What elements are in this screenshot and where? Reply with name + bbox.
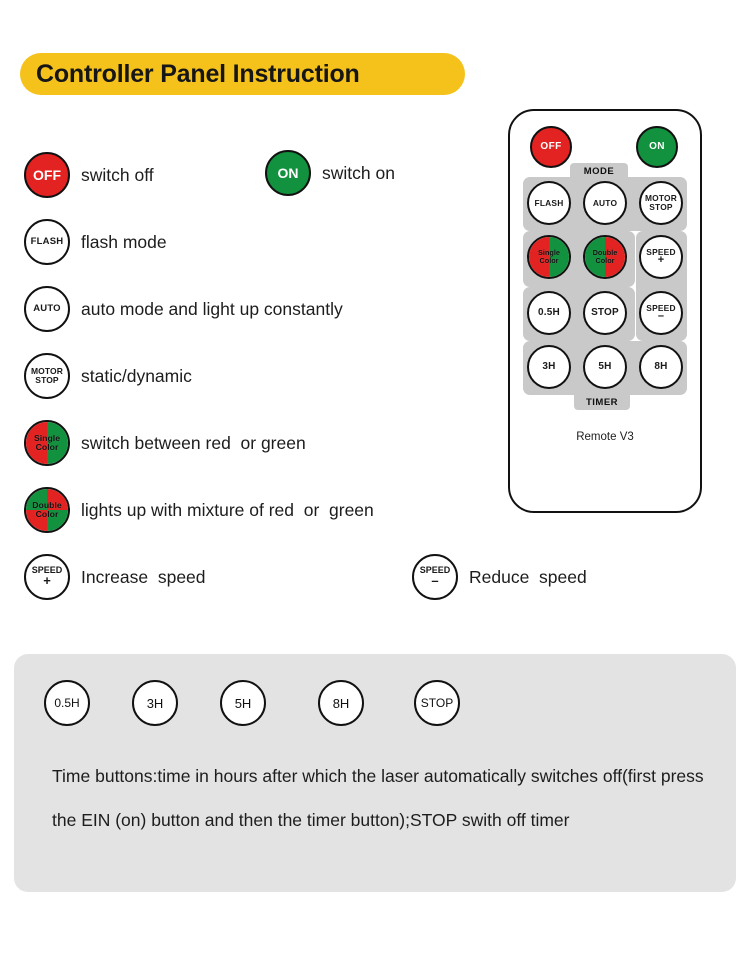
legend-label-motor-stop: static/dynamic (81, 365, 192, 386)
double-color-label-line2: Color (35, 509, 59, 519)
on-button-label: ON (277, 164, 299, 181)
motor-stop-button-label-line2: STOP (35, 375, 59, 385)
single-color-caption: Single Color (34, 433, 60, 452)
remote-timer-group-label: TIMER (574, 394, 630, 410)
remote-double-label-line2: Color (595, 256, 615, 265)
legend-item-off[interactable]: OFF switch off (24, 152, 154, 198)
remote-motor-stop-button[interactable]: MOTOR STOP (639, 181, 683, 225)
remote-speed-up-button[interactable]: SPEED + (639, 235, 683, 279)
speed-down-button[interactable]: SPEED – (412, 554, 458, 600)
legend-row: FLASH flash mode (0, 219, 470, 286)
remote-three-hour-button[interactable]: 3H (527, 345, 571, 389)
remote-single-color-button[interactable]: Single Color (527, 235, 571, 279)
legend-item-single-color[interactable]: Single Color switch between red or green (24, 420, 306, 466)
remote-half-hour-label: 0.5H (538, 306, 560, 318)
remote-speed-down-label-line2: – (657, 310, 665, 323)
remote-auto-button[interactable]: AUTO (583, 181, 627, 225)
instruction-sheet: Controller Panel Instruction OFF switch … (0, 0, 750, 964)
legend-list: OFF switch off ON switch on FLASH flash … (0, 150, 587, 621)
remote-speed-up-label-line2: + (657, 254, 665, 267)
timer-button-8h[interactable]: 8H (318, 680, 364, 726)
remote-double-caption: Double Color (593, 249, 618, 264)
legend-label-off: switch off (81, 164, 154, 185)
flash-button[interactable]: FLASH (24, 219, 70, 265)
legend-item-speed-down[interactable]: SPEED – Reduce speed (412, 554, 587, 600)
flash-button-label: FLASH (30, 236, 64, 248)
legend-label-auto: auto mode and light up constantly (81, 298, 343, 319)
timer-button-row: 0.5H 3H 5H 8H STOP (14, 680, 736, 738)
auto-button-label: AUTO (33, 303, 61, 315)
legend-item-motor-stop[interactable]: MOTOR STOP static/dynamic (24, 353, 192, 399)
remote-five-hour-button[interactable]: 5H (583, 345, 627, 389)
motor-stop-button[interactable]: MOTOR STOP (24, 353, 70, 399)
remote-model-name: Remote V3 (576, 431, 634, 443)
page-title: Controller Panel Instruction (36, 59, 360, 88)
legend-row: MOTOR STOP static/dynamic (0, 353, 470, 420)
remote-auto-label: AUTO (592, 197, 618, 208)
legend-item-flash[interactable]: FLASH flash mode (24, 219, 167, 265)
double-color-button[interactable]: Double Color (24, 487, 70, 533)
legend-item-double-color[interactable]: Double Color lights up with mixture of r… (24, 487, 374, 533)
remote-off-label: OFF (540, 140, 562, 152)
legend-row: OFF switch off ON switch on (0, 150, 470, 219)
remote-eight-hour-button[interactable]: 8H (639, 345, 683, 389)
remote-five-hour-label: 5H (598, 360, 612, 372)
timer-description: Time buttons:time in hours after which t… (52, 766, 709, 830)
legend-row: Double Color lights up with mixture of r… (0, 487, 470, 554)
remote-flash-button[interactable]: FLASH (527, 181, 571, 225)
remote-stop-label: STOP (591, 306, 619, 318)
single-color-button[interactable]: Single Color (24, 420, 70, 466)
timer-button-3h[interactable]: 3H (132, 680, 178, 726)
remote-on-label: ON (649, 140, 665, 152)
remote-speed-down-button[interactable]: SPEED – (639, 291, 683, 335)
remote-three-hour-label: 3H (542, 360, 556, 372)
remote-motor-label-line2: STOP (649, 202, 673, 212)
legend-label-double-color: lights up with mixture of red or green (81, 499, 374, 520)
speed-down-button-label-line2: – (431, 573, 439, 589)
timer-button-0-5h[interactable]: 0.5H (44, 680, 90, 726)
timer-info-panel: 0.5H 3H 5H 8H STOP Time buttons:time in … (14, 654, 736, 892)
legend-label-speed-up: Increase speed (81, 566, 206, 587)
double-color-caption: Double Color (32, 500, 61, 519)
speed-up-button-label-line2: + (43, 573, 51, 589)
auto-button[interactable]: AUTO (24, 286, 70, 332)
remote-double-color-button[interactable]: Double Color (583, 235, 627, 279)
legend-row: Single Color switch between red or green (0, 420, 470, 487)
remote-stop-button[interactable]: STOP (583, 291, 627, 335)
remote-single-caption: Single Color (538, 249, 560, 264)
speed-up-button[interactable]: SPEED + (24, 554, 70, 600)
legend-label-speed-down: Reduce speed (469, 566, 587, 587)
legend-label-single-color: switch between red or green (81, 432, 306, 453)
off-button[interactable]: OFF (24, 152, 70, 198)
timer-button-5h[interactable]: 5H (220, 680, 266, 726)
timer-button-stop[interactable]: STOP (414, 680, 460, 726)
remote-half-hour-button[interactable]: 0.5H (527, 291, 571, 335)
remote-off-button[interactable]: OFF (530, 126, 572, 168)
legend-label-flash: flash mode (81, 231, 167, 252)
remote-flash-label: FLASH (534, 197, 564, 208)
remote-on-button[interactable]: ON (636, 126, 678, 168)
single-color-label-line2: Color (35, 442, 59, 452)
legend-item-speed-up[interactable]: SPEED + Increase speed (24, 554, 206, 600)
on-button[interactable]: ON (265, 150, 311, 196)
legend-row: AUTO auto mode and light up constantly (0, 286, 470, 353)
remote-eight-hour-label: 8H (654, 360, 668, 372)
legend-item-auto[interactable]: AUTO auto mode and light up constantly (24, 286, 343, 332)
legend-label-on: switch on (322, 162, 395, 183)
off-button-label: OFF (33, 166, 61, 183)
page-title-banner: Controller Panel Instruction (20, 53, 465, 95)
remote-control-illustration: MODE TIMER OFF ON FLASH AUTO MOTOR STOP (508, 109, 702, 513)
remote-single-label-line2: Color (539, 256, 559, 265)
legend-item-on[interactable]: ON switch on (265, 150, 395, 196)
legend-row: SPEED + Increase speed SPEED – Reduce sp… (0, 554, 587, 621)
